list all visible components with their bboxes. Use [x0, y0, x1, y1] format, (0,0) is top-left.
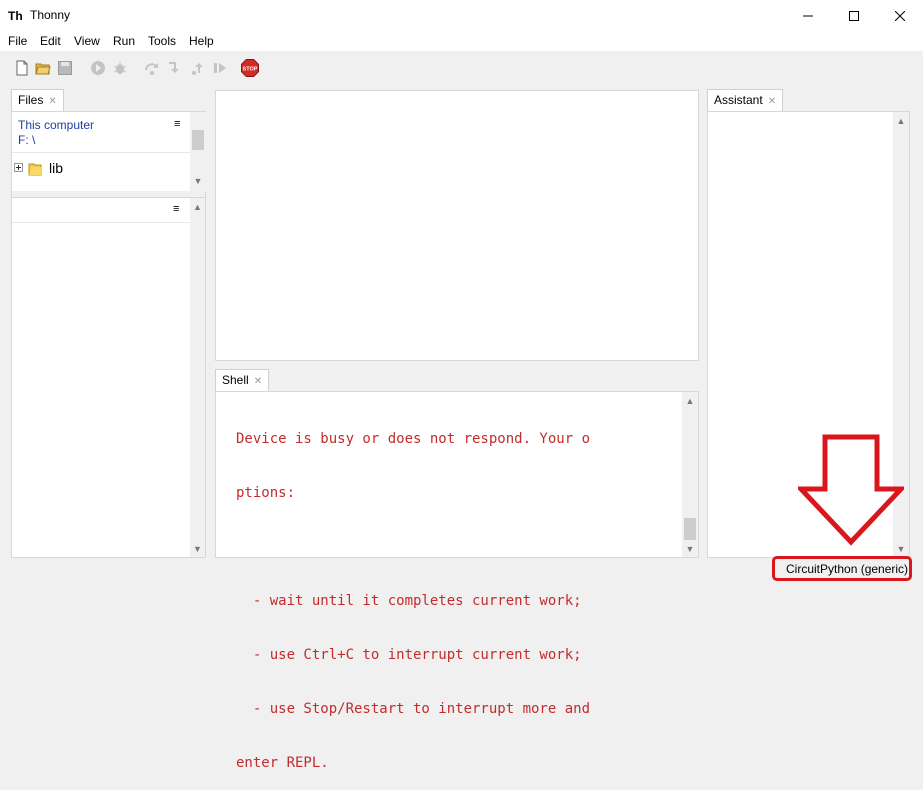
minimize-button[interactable]	[785, 0, 831, 31]
menu-run[interactable]: Run	[113, 34, 135, 48]
close-button[interactable]	[877, 0, 923, 31]
open-folder-icon[interactable]	[35, 60, 51, 76]
tab-assistant[interactable]: Assistant ✕	[707, 89, 784, 111]
close-tab-icon[interactable]: ✕	[48, 96, 56, 107]
shell-tab-label: Shell	[222, 373, 249, 387]
toolbar: STOP	[0, 51, 923, 85]
scroll-down-icon[interactable]: ▼	[682, 544, 698, 554]
close-tab-icon[interactable]: ✕	[768, 96, 776, 107]
debug-icon[interactable]	[112, 60, 128, 76]
shell-line: - use Stop/Restart to interrupt more and	[236, 701, 591, 717]
menu-bar: File Edit View Run Tools Help	[0, 31, 923, 51]
editor-area[interactable]	[215, 90, 699, 361]
down-arrow-icon	[798, 434, 904, 546]
shell-scrollbar[interactable]: ▲ ▼	[682, 392, 698, 557]
maximize-button[interactable]	[831, 0, 877, 31]
list-item[interactable]: lib	[14, 160, 188, 178]
expand-icon[interactable]	[14, 163, 23, 172]
save-icon[interactable]	[57, 60, 73, 76]
file-name: lib	[49, 160, 64, 176]
highlight-box	[772, 556, 912, 581]
close-tab-icon[interactable]: ✕	[254, 376, 262, 387]
tab-shell[interactable]: Shell ✕	[215, 369, 270, 391]
stop-icon[interactable]: STOP	[241, 59, 259, 77]
shell-line: - use Ctrl+C to interrupt current work;	[236, 647, 582, 663]
step-into-icon[interactable]	[166, 60, 182, 76]
divider	[12, 222, 190, 223]
scroll-up-icon[interactable]: ▲	[682, 396, 698, 406]
menu-file[interactable]: File	[8, 34, 27, 48]
scrollbar-thumb[interactable]	[192, 130, 204, 150]
divider	[12, 152, 190, 153]
menu-edit[interactable]: Edit	[40, 34, 61, 48]
new-file-icon[interactable]	[14, 60, 30, 76]
shell-output: Device is busy or does not respond. Your…	[236, 394, 676, 790]
run-icon[interactable]	[90, 60, 106, 76]
menu-view[interactable]: View	[74, 34, 100, 48]
stop-label: STOP	[243, 67, 258, 73]
files-panel: This computer F: \ ≡ lib ▼	[11, 111, 206, 558]
divider	[12, 197, 205, 198]
files-lower-scrollbar[interactable]: ▲ ▼	[190, 198, 205, 557]
shell-line: ptions:	[236, 485, 296, 501]
location-label: This computer	[18, 118, 95, 132]
location-path: F: \	[18, 133, 36, 147]
maximize-icon	[849, 10, 859, 21]
step-over-icon[interactable]	[144, 60, 160, 76]
title-bar: Th Thonny	[0, 0, 923, 31]
assistant-tab-label: Assistant	[714, 93, 763, 107]
window-title: Thonny	[30, 8, 71, 22]
files-scrollbar[interactable]: ▼	[190, 112, 206, 192]
panel-menu-icon[interactable]: ≡	[173, 203, 179, 215]
tab-files[interactable]: Files ✕	[11, 89, 64, 111]
menu-help[interactable]: Help	[189, 34, 214, 48]
scroll-down-icon[interactable]: ▼	[190, 176, 206, 186]
shell-line: Device is busy or does not respond. Your…	[236, 431, 591, 447]
panel-menu-icon[interactable]: ≡	[174, 118, 180, 130]
menu-tools[interactable]: Tools	[148, 34, 176, 48]
folder-icon	[28, 163, 42, 176]
scroll-down-icon[interactable]: ▼	[190, 544, 205, 554]
scroll-up-icon[interactable]: ▲	[893, 116, 909, 126]
thonny-logo-icon: Th	[8, 9, 23, 23]
close-icon	[895, 10, 905, 21]
resume-icon[interactable]	[212, 60, 228, 76]
scrollbar-thumb[interactable]	[684, 518, 696, 540]
minimize-icon	[803, 15, 813, 16]
files-tab-label: Files	[18, 93, 44, 107]
shell-line: - wait until it completes current work;	[236, 593, 582, 609]
scroll-up-icon[interactable]: ▲	[190, 202, 205, 212]
step-out-icon[interactable]	[190, 60, 206, 76]
shell-line: enter REPL.	[236, 755, 329, 771]
